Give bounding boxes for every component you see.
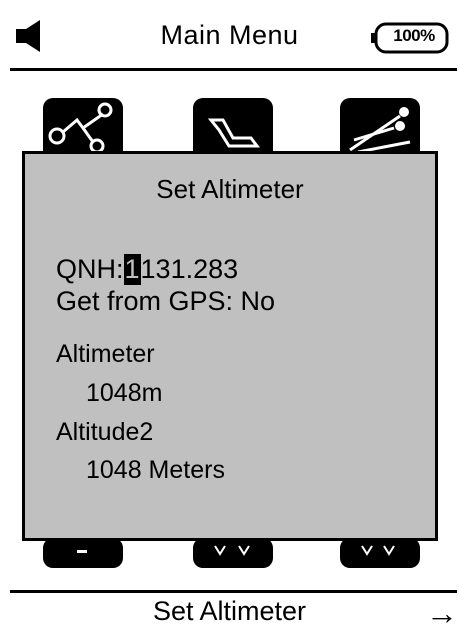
battery-level: 100%: [393, 26, 435, 45]
arrow-right-icon[interactable]: →: [426, 597, 458, 629]
altimeter-label: Altimeter: [56, 340, 155, 368]
qnh-field[interactable]: QNH:1131.283: [56, 254, 238, 285]
qnh-value: 131.283: [140, 254, 239, 284]
menu-icon-bottom-left[interactable]: [43, 538, 123, 568]
menu-icon-bottom-right[interactable]: [340, 538, 420, 568]
set-altimeter-dialog: Set Altimeter QNH:1131.283 Get from GPS:…: [22, 151, 438, 541]
header: Main Menu 100%: [0, 0, 459, 70]
altimeter-value: 1048m: [86, 379, 163, 407]
qnh-cursor-digit[interactable]: 1: [123, 254, 141, 285]
device-screen: Main Menu 100% Set Altimeter QNH:1131.28…: [0, 0, 459, 631]
footer-divider: [10, 590, 457, 593]
get-from-gps-field[interactable]: Get from GPS: No: [56, 286, 275, 317]
menu-icon-bottom-middle[interactable]: [193, 538, 273, 568]
altitude2-value: 1048 Meters: [86, 456, 225, 484]
footer-label: Set Altimeter: [152, 596, 307, 626]
dialog-title: Set Altimeter: [156, 174, 304, 204]
altitude2-label: Altitude2: [56, 418, 154, 446]
header-divider: [10, 68, 457, 71]
qnh-label: QNH:: [56, 254, 124, 284]
